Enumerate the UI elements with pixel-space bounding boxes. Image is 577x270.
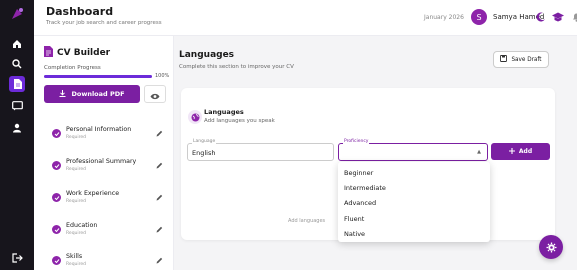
chevron-up-icon: ▲ [477, 149, 481, 155]
gear-icon [546, 238, 557, 257]
top-bar: Dashboard Track your job search and care… [34, 0, 577, 36]
settings-fab-button[interactable] [539, 235, 563, 259]
search-icon[interactable] [9, 56, 25, 72]
completion-percent: 100% [155, 73, 170, 79]
chat-icon[interactable] [9, 98, 25, 114]
page-title: Dashboard [46, 5, 114, 18]
download-pdf-label: Download PDF [71, 90, 125, 98]
section-status: Required [66, 135, 87, 140]
check-circle-icon [52, 193, 61, 202]
icon-rail [0, 0, 34, 270]
logout-icon[interactable] [9, 250, 25, 266]
globe-icon [188, 110, 202, 124]
save-draft-button[interactable]: Save Draft [493, 51, 549, 68]
pencil-icon[interactable] [154, 255, 164, 265]
app-logo-icon[interactable] [9, 6, 25, 22]
user-icon[interactable] [9, 120, 25, 136]
section-label: Education [66, 222, 98, 229]
cv-builder-panel: CV Builder Completion Progress 100% Down… [34, 36, 174, 270]
proficiency-option-beginner[interactable]: Beginner [338, 165, 490, 180]
section-subtitle: Complete this section to improve your CV [179, 64, 294, 70]
avatar[interactable]: S [471, 9, 487, 25]
check-circle-icon [52, 225, 61, 234]
proficiency-option-advanced[interactable]: Advanced [338, 196, 490, 211]
section-status: Required [66, 167, 87, 172]
pencil-icon[interactable] [154, 160, 164, 170]
add-language-button[interactable]: Add [491, 143, 550, 160]
card-title: Languages [204, 108, 244, 116]
section-label: Professional Summary [66, 158, 137, 165]
section-label: Personal Information [66, 126, 132, 133]
cv-builder-heading: CV Builder [44, 46, 110, 60]
moon-icon[interactable] [535, 11, 547, 23]
current-date: January 2026 [424, 14, 464, 21]
completion-progress-fill [44, 75, 152, 78]
section-personal-information[interactable]: Personal Information Required [44, 122, 166, 146]
section-work-experience[interactable]: Work Experience Required [44, 186, 166, 210]
proficiency-option-fluent[interactable]: Fluent [338, 211, 490, 226]
language-field[interactable]: Language English [187, 139, 334, 161]
completion-label: Completion Progress [44, 65, 101, 71]
language-field-label: Language [192, 139, 217, 144]
cv-builder-title: CV Builder [57, 48, 111, 58]
completion-progress-bar [44, 75, 152, 78]
home-icon[interactable] [9, 36, 25, 52]
add-label: Add [518, 148, 533, 155]
section-status: Required [66, 231, 87, 236]
card-subtitle: Add languages you speak [204, 118, 275, 124]
section-education[interactable]: Education Required [44, 218, 166, 242]
check-circle-icon [52, 161, 61, 170]
proficiency-dropdown-menu: Beginner Intermediate Advanced Fluent Na… [338, 162, 490, 242]
bell-icon[interactable] [570, 11, 577, 23]
pencil-icon[interactable] [154, 128, 164, 138]
download-pdf-button[interactable]: Download PDF [44, 85, 140, 103]
language-input[interactable]: English [192, 149, 215, 157]
pencil-icon[interactable] [154, 192, 164, 202]
document-icon [44, 46, 53, 60]
check-circle-icon [52, 129, 61, 138]
save-draft-label: Save Draft [511, 56, 542, 63]
section-professional-summary[interactable]: Professional Summary Required [44, 154, 166, 178]
preview-button[interactable] [144, 85, 166, 103]
section-title: Languages [179, 50, 235, 60]
section-label: Skills [66, 253, 83, 260]
eye-icon [150, 85, 160, 104]
section-status: Required [66, 199, 87, 204]
section-status: Required [66, 262, 87, 267]
section-skills[interactable]: Skills Required [44, 249, 166, 270]
graduation-cap-icon[interactable] [552, 11, 564, 23]
document-icon[interactable] [9, 76, 25, 92]
download-icon [59, 89, 66, 99]
save-icon [500, 55, 508, 64]
pencil-icon[interactable] [154, 224, 164, 234]
proficiency-select[interactable]: Proficiency ▲ [338, 139, 488, 161]
page-subtitle: Track your job search and career progres… [46, 20, 162, 26]
section-label: Work Experience [66, 190, 120, 197]
plus-icon [508, 147, 515, 156]
empty-state-text: Add languages [288, 218, 326, 224]
proficiency-option-intermediate[interactable]: Intermediate [338, 180, 490, 195]
proficiency-option-native[interactable]: Native [338, 226, 490, 241]
proficiency-field-label: Proficiency [343, 139, 370, 144]
check-circle-icon [52, 256, 61, 265]
